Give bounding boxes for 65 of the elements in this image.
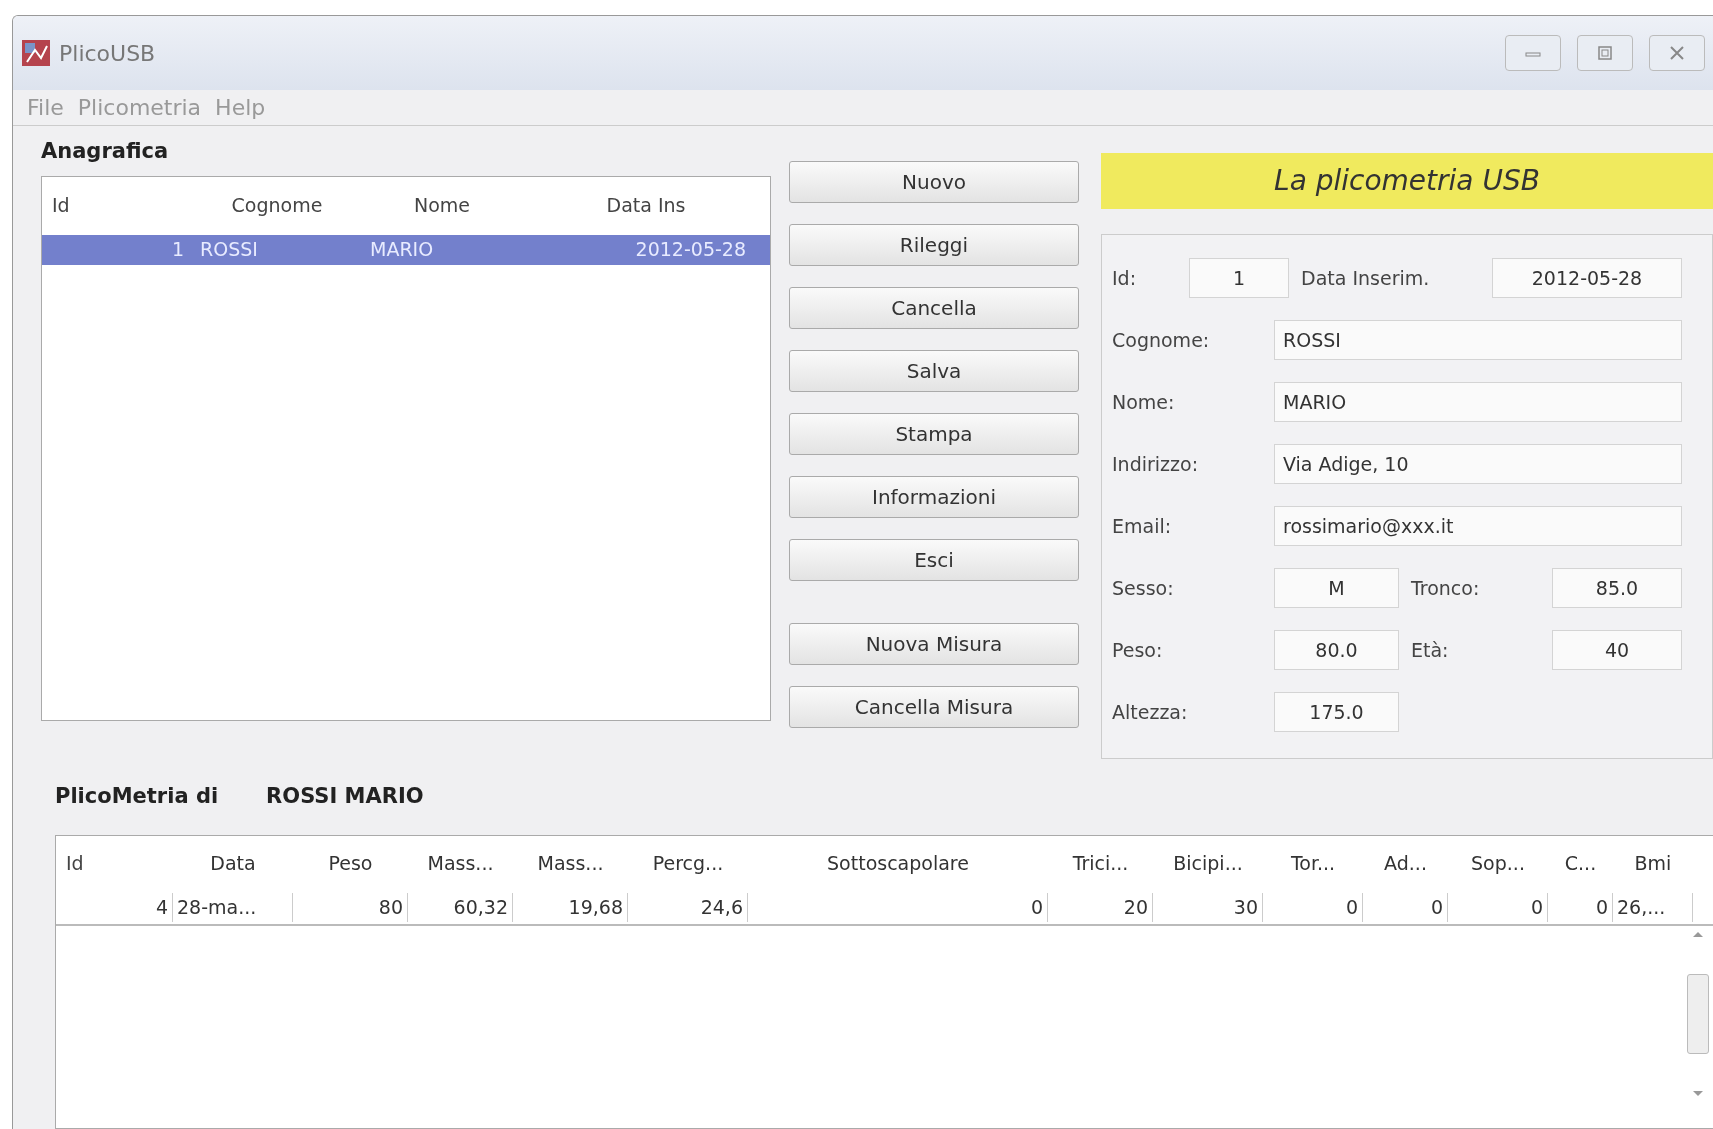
input-field[interactable]: 85.0: [1552, 568, 1682, 608]
column-header[interactable]: Ad...: [1363, 849, 1448, 878]
column-header[interactable]: Bicipi...: [1153, 849, 1263, 878]
section-title: PlicoMetria di: [55, 783, 219, 810]
column-header[interactable]: Data: [173, 849, 293, 878]
toolbar-button[interactable]: Informazioni: [789, 476, 1079, 518]
input-field[interactable]: Via Adige, 10: [1274, 444, 1682, 484]
toolbar-button[interactable]: Esci: [789, 539, 1079, 581]
field-label: Nome:: [1112, 389, 1176, 415]
input-field[interactable]: MARIO: [1274, 382, 1682, 422]
scroll-down-icon[interactable]: [1692, 1090, 1704, 1098]
input-field[interactable]: rossimario@xxx.it: [1274, 506, 1682, 546]
column-header[interactable]: Mass...: [513, 849, 628, 878]
banner: La plicometria USB: [1101, 153, 1713, 209]
input-field[interactable]: 1: [1189, 258, 1289, 298]
column-header[interactable]: Mass...: [408, 849, 513, 878]
column-header[interactable]: Id: [42, 191, 192, 220]
toolbar-button[interactable]: Cancella: [789, 287, 1079, 329]
column-header[interactable]: C...: [1548, 849, 1613, 878]
field-label: Sesso:: [1112, 575, 1175, 601]
minimize-icon: [1525, 49, 1541, 57]
input-field[interactable]: M: [1274, 568, 1399, 608]
app-icon: [21, 38, 51, 68]
field-label: Data Inserim.: [1301, 265, 1431, 291]
input-field[interactable]: 2012-05-28: [1492, 258, 1682, 298]
maximize-icon: [1597, 45, 1613, 61]
close-button[interactable]: [1649, 35, 1705, 71]
column-header[interactable]: Nome: [362, 191, 522, 220]
input-field[interactable]: ROSSI: [1274, 320, 1682, 360]
toolbar-button[interactable]: Cancella Misura: [789, 686, 1079, 728]
input-field[interactable]: 80.0: [1274, 630, 1399, 670]
maximize-button[interactable]: [1577, 35, 1633, 71]
section-title: Anagrafica: [41, 138, 170, 165]
field-label: Cognome:: [1112, 327, 1211, 353]
input-field[interactable]: 175.0: [1274, 692, 1399, 732]
field-label: Peso:: [1112, 637, 1164, 663]
column-header[interactable]: Id: [56, 849, 173, 878]
column-header[interactable]: Sop...: [1448, 849, 1548, 878]
scroll-up-icon[interactable]: [1692, 929, 1704, 938]
column-header[interactable]: Data Ins: [522, 191, 770, 220]
column-header[interactable]: Trici...: [1048, 849, 1153, 878]
toolbar-button[interactable]: Rileggi: [789, 224, 1079, 266]
minimize-button[interactable]: [1505, 35, 1561, 71]
patient-name: ROSSI MARIO: [266, 783, 424, 810]
input-field[interactable]: 40: [1552, 630, 1682, 670]
column-header[interactable]: Peso: [293, 849, 408, 878]
toolbar-button[interactable]: Nuovo: [789, 161, 1079, 203]
field-label: Email:: [1112, 513, 1173, 539]
column-header[interactable]: Tor...: [1263, 849, 1363, 878]
field-label: Id:: [1112, 265, 1138, 291]
close-icon: [1669, 45, 1685, 61]
window-title: PlicoUSB: [59, 39, 156, 68]
field-label: Altezza:: [1112, 699, 1189, 725]
field-label: Tronco:: [1411, 575, 1481, 601]
toolbar-button[interactable]: Nuova Misura: [789, 623, 1079, 665]
table-row[interactable]: 4 28-ma... 80 60,32 19,68 24,6 0 20 30 0 0 0 0 26,...: [56, 891, 1713, 926]
column-header[interactable]: Cognome: [192, 191, 362, 220]
column-header[interactable]: Bmi: [1613, 849, 1693, 878]
field-label: Indirizzo:: [1112, 451, 1200, 477]
toolbar-button[interactable]: Stampa: [789, 413, 1079, 455]
scroll-thumb[interactable]: [1687, 973, 1709, 1054]
field-label: Età:: [1411, 637, 1450, 663]
toolbar-button[interactable]: Salva: [789, 350, 1079, 392]
column-header[interactable]: Percg...: [628, 849, 748, 878]
column-header[interactable]: Sottoscapolare: [748, 849, 1048, 878]
